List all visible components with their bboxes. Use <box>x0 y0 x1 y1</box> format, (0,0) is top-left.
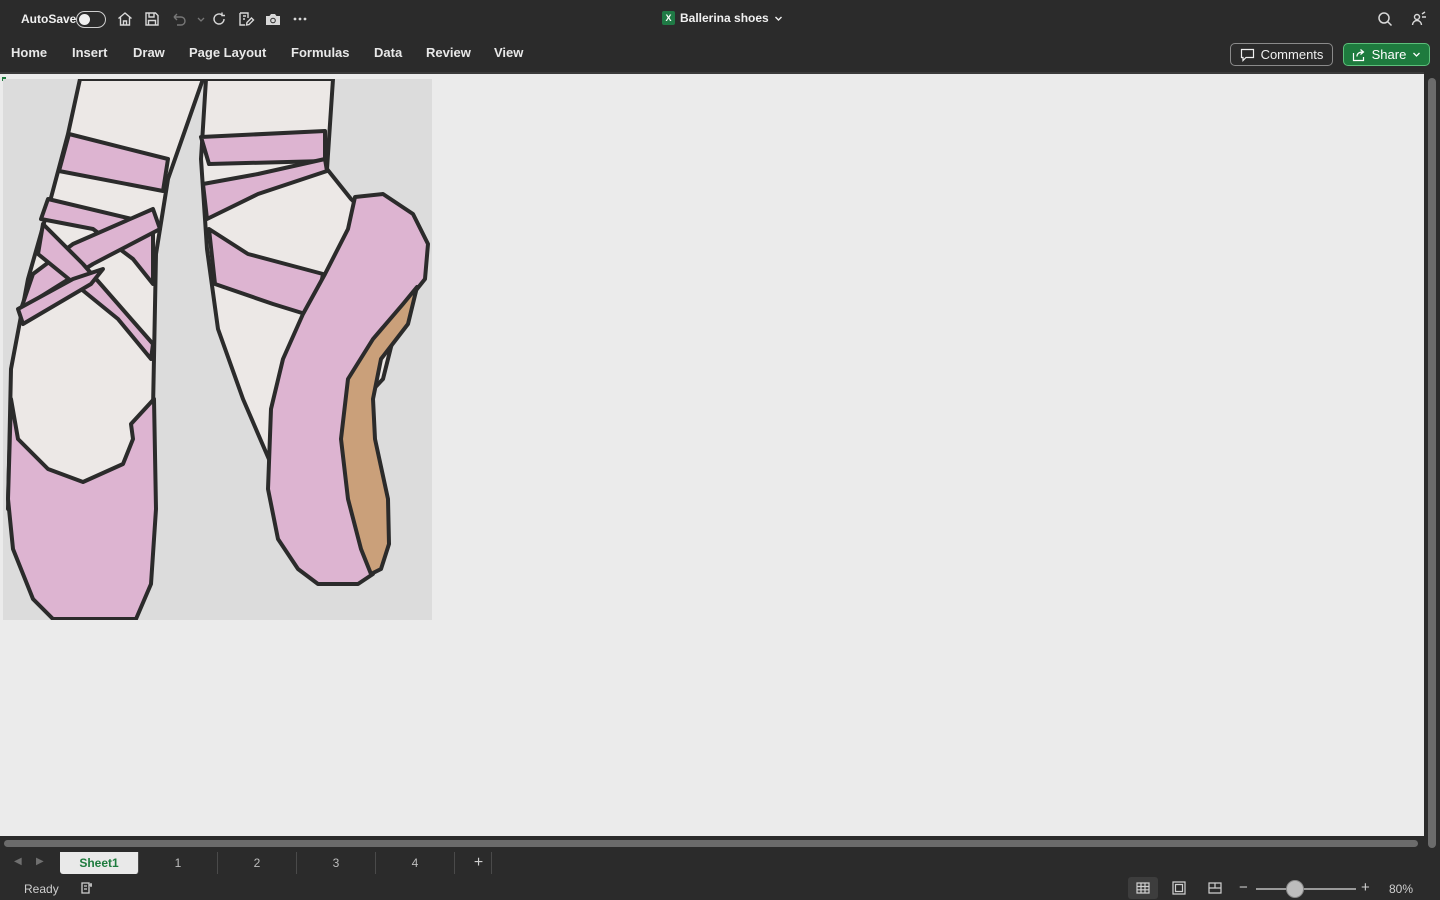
tab-insert[interactable]: Insert <box>72 45 107 60</box>
share-button[interactable]: Share <box>1343 43 1430 66</box>
save-icon[interactable] <box>143 10 161 28</box>
autosave-toggle[interactable] <box>76 11 106 28</box>
chevron-down-icon <box>774 16 782 21</box>
camera-icon[interactable] <box>264 10 282 28</box>
right-ribbon-top <box>199 129 327 166</box>
edit-icon[interactable] <box>237 10 255 28</box>
sheet-tab-3[interactable]: 3 <box>297 852 376 874</box>
vertical-scroll-thumb[interactable] <box>1428 78 1436 848</box>
tab-review[interactable]: Review <box>426 45 471 60</box>
tab-home[interactable]: Home <box>11 45 47 60</box>
tab-view[interactable]: View <box>494 45 523 60</box>
tab-formulas[interactable]: Formulas <box>291 45 350 60</box>
document-title-text: Ballerina shoes <box>680 11 769 25</box>
zoom-slider-track[interactable] <box>1256 888 1356 890</box>
undo-icon[interactable] <box>170 10 188 28</box>
comments-label: Comments <box>1260 47 1324 62</box>
title-bar: AutoSave X Ballerina shoes <box>0 0 1440 38</box>
sheet-tab-4[interactable]: 4 <box>376 852 455 874</box>
tab-draw[interactable]: Draw <box>133 45 165 60</box>
horizontal-scroll-thumb[interactable] <box>4 840 1418 847</box>
ribbon-tabs: Home Insert Draw Page Layout Formulas Da… <box>0 38 1440 72</box>
zoom-slider-thumb[interactable] <box>1286 880 1304 898</box>
share-icon <box>1352 48 1365 61</box>
search-icon[interactable] <box>1376 10 1394 28</box>
sheet-tab-2[interactable]: 2 <box>218 852 297 874</box>
status-bar: Ready − + 80% <box>0 876 1440 900</box>
undo-dropdown-icon[interactable] <box>192 10 205 28</box>
horizontal-scrollbar[interactable] <box>0 836 1424 850</box>
share-label: Share <box>1371 47 1407 62</box>
prev-sheet-icon[interactable]: ◀ <box>14 856 22 867</box>
tab-data[interactable]: Data <box>374 45 402 60</box>
next-sheet-icon[interactable]: ▶ <box>36 856 44 867</box>
status-text: Ready <box>24 882 59 896</box>
home-icon[interactable] <box>116 10 134 28</box>
normal-view-icon[interactable] <box>1135 880 1151 896</box>
autosave-label: AutoSave <box>21 12 77 26</box>
zoom-in-button[interactable]: + <box>1361 879 1370 896</box>
ballerina-shoes-pixel-art[interactable] <box>3 79 432 620</box>
add-sheet-button[interactable]: + <box>466 852 492 874</box>
page-layout-icon[interactable] <box>1171 880 1187 896</box>
sheet-tab-bar: ◀ ▶ Sheet1 1 2 3 4 + <box>0 850 1440 876</box>
toggle-knob <box>79 13 90 25</box>
chevron-down-icon[interactable] <box>1412 50 1421 59</box>
page-break-icon[interactable] <box>1207 880 1223 896</box>
refresh-icon[interactable] <box>210 10 228 28</box>
sheet-tab-sheet1[interactable]: Sheet1 <box>60 852 139 874</box>
share-people-icon[interactable] <box>1410 10 1428 28</box>
document-title[interactable]: X Ballerina shoes <box>662 11 783 25</box>
accessibility-icon[interactable] <box>79 880 95 896</box>
spreadsheet-grid[interactable] <box>0 72 1424 836</box>
comments-button[interactable]: Comments <box>1230 43 1333 66</box>
sheet-tab-1[interactable]: 1 <box>139 852 218 874</box>
comment-icon <box>1240 48 1254 62</box>
zoom-out-button[interactable]: − <box>1239 879 1248 896</box>
zoom-level[interactable]: 80% <box>1389 882 1413 896</box>
more-icon[interactable] <box>291 10 309 28</box>
tab-page-layout[interactable]: Page Layout <box>189 45 266 60</box>
excel-app-icon: X <box>662 11 675 25</box>
vertical-scrollbar[interactable] <box>1424 72 1440 850</box>
